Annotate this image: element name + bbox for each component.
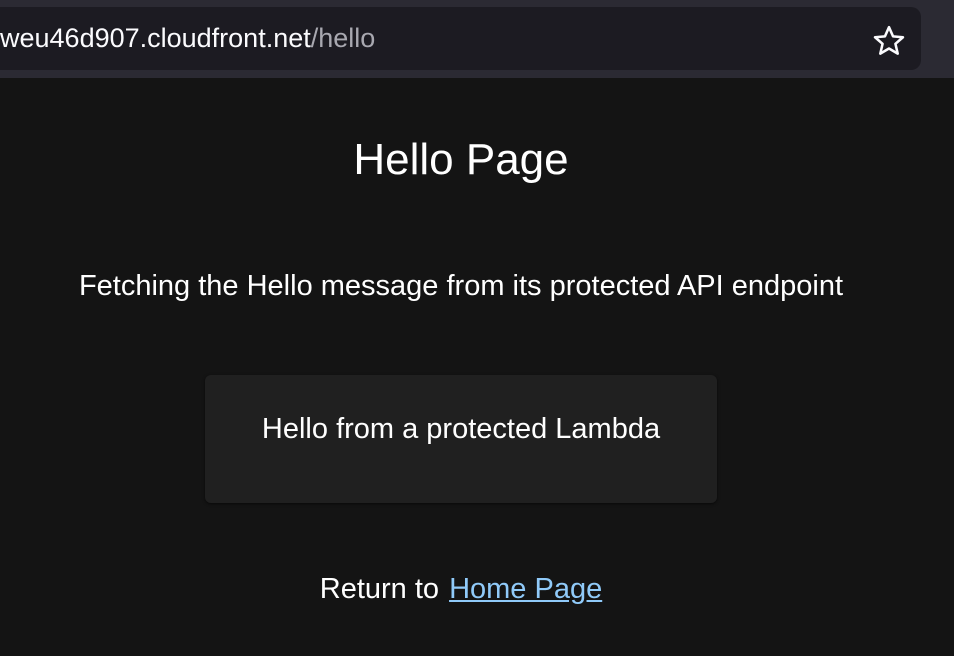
home-page-link[interactable]: Home Page [449,573,602,605]
return-prefix: Return to [319,573,440,605]
return-line: Return to Home Page [0,569,922,609]
url-text[interactable]: weu46d907.cloudfront.net/hello [0,7,375,70]
page-content: Hello Page Fetching the Hello message fr… [0,78,954,656]
url-host: weu46d907.cloudfront.net [0,23,311,53]
star-icon[interactable] [871,23,907,59]
message-card: Hello from a protected Lambda [205,375,717,503]
url-path: /hello [310,23,376,53]
address-bar[interactable]: weu46d907.cloudfront.net/hello [0,7,921,70]
page-title: Hello Page [353,135,569,184]
page-subtitle: Fetching the Hello message from its prot… [78,270,844,302]
browser-toolbar: weu46d907.cloudfront.net/hello [0,0,954,78]
message-text: Hello from a protected Lambda [261,413,661,445]
